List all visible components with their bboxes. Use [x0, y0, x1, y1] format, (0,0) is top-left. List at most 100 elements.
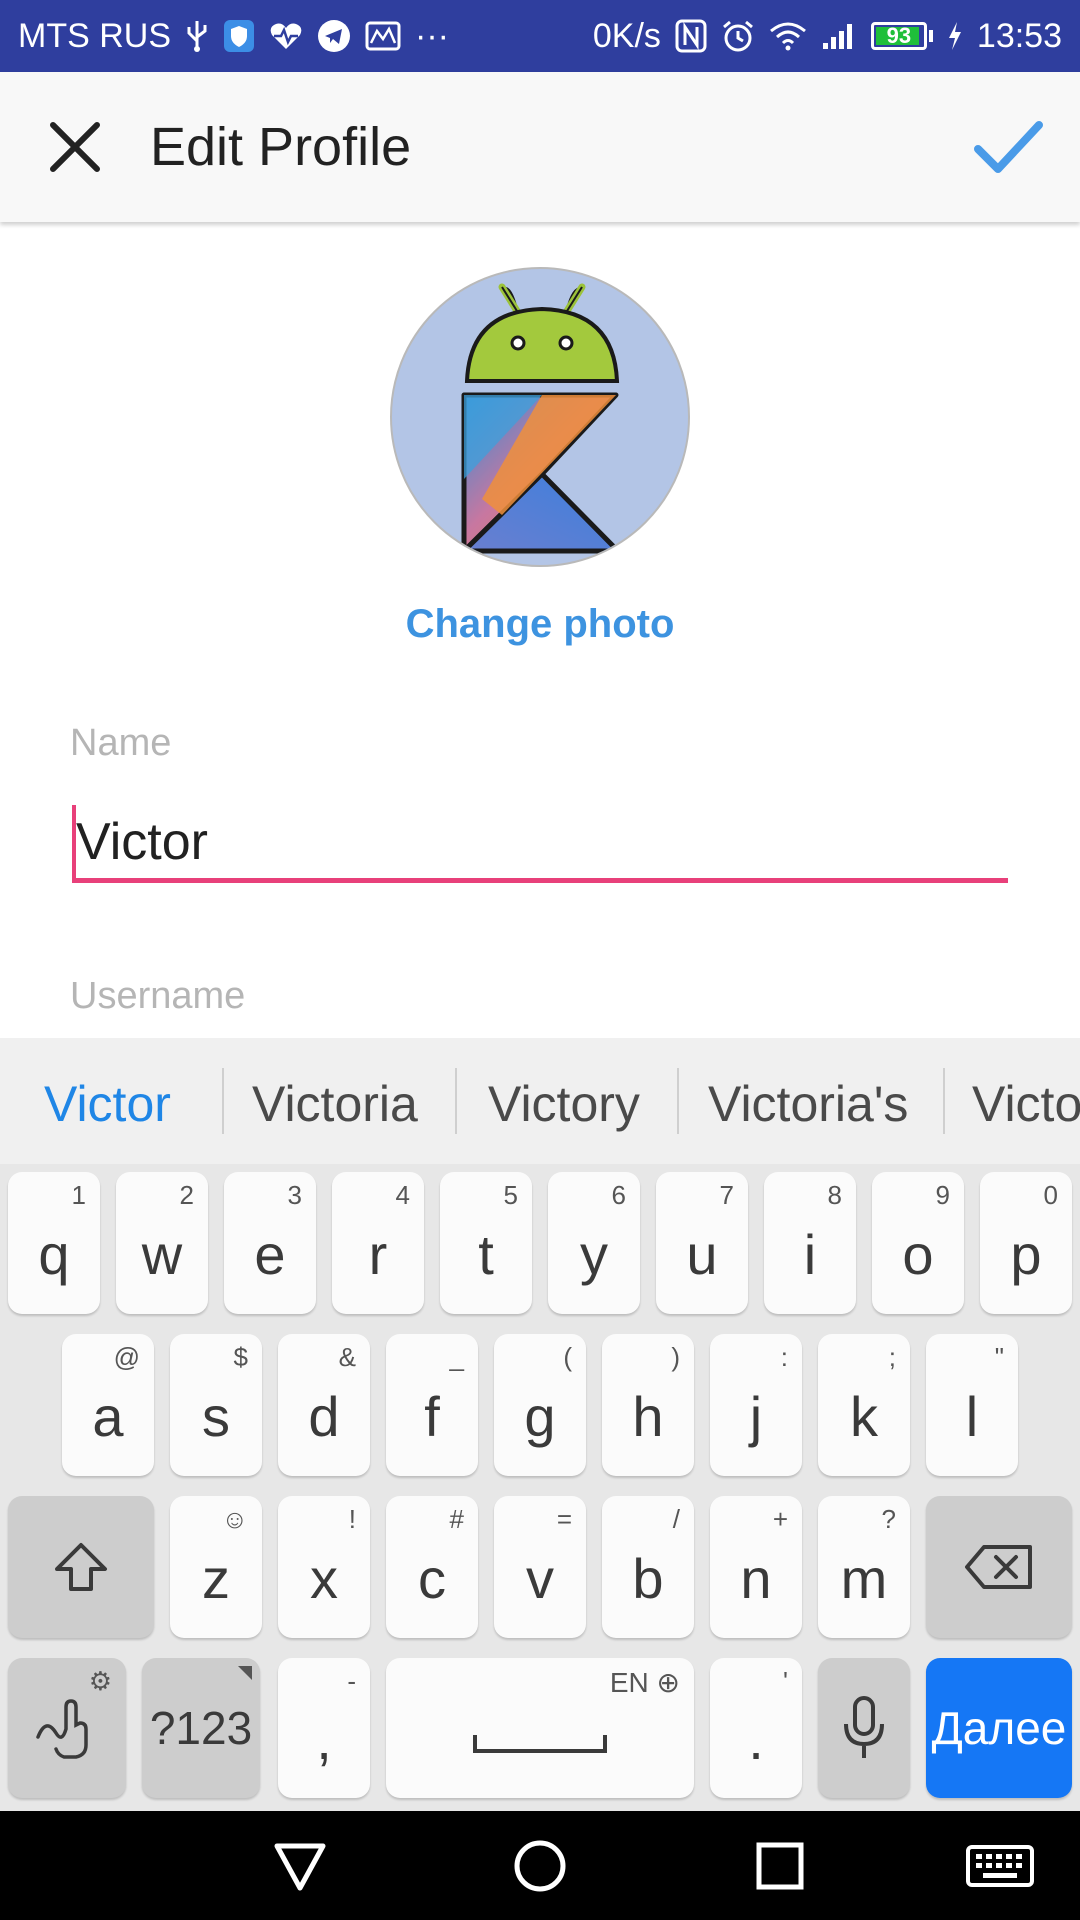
key-x[interactable]: ! x [278, 1496, 370, 1638]
key-q[interactable]: 1q [8, 1172, 100, 1314]
suggestion-item[interactable]: Victor [44, 1075, 171, 1133]
key-v[interactable]: = v [494, 1496, 586, 1638]
symbols-key[interactable]: ?123 [142, 1658, 260, 1798]
username-label: Username [70, 975, 246, 1017]
suggestion-divider [222, 1068, 224, 1134]
suggestion-divider [677, 1068, 679, 1134]
key-h[interactable]: ) h [602, 1334, 694, 1476]
key-label: l [965, 1384, 979, 1448]
suggestion-item[interactable]: Victo [972, 1075, 1080, 1133]
more-notifications: ··· [415, 16, 449, 55]
key-j[interactable]: :j [710, 1334, 802, 1476]
profile-avatar[interactable] [390, 267, 690, 567]
key-label: r [368, 1222, 388, 1286]
backspace-key[interactable] [926, 1496, 1072, 1638]
key-label: x [310, 1546, 338, 1610]
enter-key[interactable]: Далее [926, 1658, 1072, 1798]
key-secondary-label: ☺ [221, 1504, 248, 1534]
key-b[interactable]: / b [602, 1496, 694, 1638]
key-secondary-label: 8 [827, 1180, 842, 1210]
key-s[interactable]: $ s [170, 1334, 262, 1476]
status-bar: MTS RUS ··· 0K/s 93 13:53 [0, 0, 1080, 72]
hide-keyboard-button[interactable] [955, 1831, 1045, 1901]
key-f[interactable]: _ f [386, 1334, 478, 1476]
key-u[interactable]: 7u [656, 1172, 748, 1314]
key-o[interactable]: 9o [872, 1172, 964, 1314]
suggestion-item[interactable]: Victory [488, 1075, 640, 1133]
android-kotlin-logo [461, 283, 621, 554]
comma-key[interactable]: - , [278, 1658, 370, 1798]
suggestion-item[interactable]: Victoria's [708, 1075, 908, 1133]
key-p[interactable]: 0p [980, 1172, 1072, 1314]
status-bar-left: MTS RUS ··· [18, 16, 449, 56]
status-bar-right: 0K/s 93 13:53 [593, 16, 1062, 56]
key-k[interactable]: ; k [818, 1334, 910, 1476]
shift-key[interactable] [8, 1496, 154, 1638]
key-secondary-label: & [338, 1342, 356, 1372]
confirm-button[interactable] [960, 105, 1056, 189]
suggestion-divider [943, 1068, 945, 1134]
key-label: e [254, 1222, 286, 1286]
voice-input-key[interactable] [818, 1658, 910, 1798]
key-w[interactable]: 2w [116, 1172, 208, 1314]
key-label: v [526, 1546, 554, 1610]
recents-square-icon [756, 1842, 804, 1890]
key-a[interactable]: @ a [62, 1334, 154, 1476]
enter-key-label: Далее [931, 1702, 1067, 1754]
key-secondary-label: 4 [395, 1180, 410, 1210]
space-bar-icon [473, 1735, 607, 1753]
key-c[interactable]: # c [386, 1496, 478, 1638]
key-g[interactable]: (g [494, 1334, 586, 1476]
key-i[interactable]: 8i [764, 1172, 856, 1314]
key-secondary-label: $ [233, 1342, 248, 1372]
key-secondary-label: 9 [935, 1180, 950, 1210]
key-label: f [424, 1384, 440, 1448]
period-key[interactable]: ' . [710, 1658, 802, 1798]
network-speed: 0K/s [592, 16, 661, 55]
key-label: d [308, 1384, 340, 1448]
back-button[interactable] [265, 1831, 335, 1901]
page-title: Edit Profile [150, 117, 412, 177]
alarm-icon [721, 16, 755, 56]
key-secondary-label: 7 [719, 1180, 734, 1210]
symbols-key-label: ?123 [149, 1702, 253, 1754]
clock: 13:53 [976, 16, 1062, 55]
space-key[interactable]: EN ⊕ [386, 1658, 694, 1798]
key-label: g [524, 1384, 556, 1448]
name-value: Victor [76, 813, 208, 871]
check-icon [974, 121, 1043, 173]
key-d[interactable]: & d [278, 1334, 370, 1476]
suggestion-item[interactable]: Victoria [252, 1075, 418, 1133]
key-label: i [803, 1222, 817, 1286]
name-input[interactable]: Victor [72, 800, 1008, 884]
key-l[interactable]: " l [926, 1334, 1018, 1476]
soft-keyboard: Victor Victoria Victory Victoria's Victo… [0, 1038, 1080, 1811]
key-secondary-label: 6 [611, 1180, 626, 1210]
key-label: w [141, 1222, 183, 1286]
change-photo-link[interactable]: Change photo [0, 602, 1080, 647]
navigation-bar [0, 1811, 1080, 1920]
key-label: j [749, 1384, 763, 1448]
comma-key-label: , [316, 1707, 332, 1771]
key-secondary-label: # [449, 1504, 464, 1534]
suggestion-bar: Victor Victoria Victory Victoria's Victo [0, 1038, 1080, 1164]
battery-tip [928, 30, 933, 42]
home-button[interactable] [505, 1831, 575, 1901]
key-e[interactable]: 3e [224, 1172, 316, 1314]
key-t[interactable]: 5t [440, 1172, 532, 1314]
carrier-name: MTS RUS [18, 16, 171, 55]
key-y[interactable]: 6y [548, 1172, 640, 1314]
globe-icon: ⊕ [656, 1667, 680, 1698]
key-z[interactable]: ☺ z [170, 1496, 262, 1638]
keyboard-icon [966, 1845, 1034, 1887]
key-m[interactable]: ? m [818, 1496, 910, 1638]
handwriting-key[interactable]: ⚙ [8, 1658, 126, 1798]
mail-icon [365, 16, 401, 56]
key-n[interactable]: + n [710, 1496, 802, 1638]
key-label: q [38, 1222, 70, 1286]
recents-button[interactable] [745, 1831, 815, 1901]
nfc-icon [675, 16, 707, 56]
health-icon [269, 16, 303, 56]
close-button[interactable] [30, 105, 120, 189]
key-r[interactable]: 4r [332, 1172, 424, 1314]
